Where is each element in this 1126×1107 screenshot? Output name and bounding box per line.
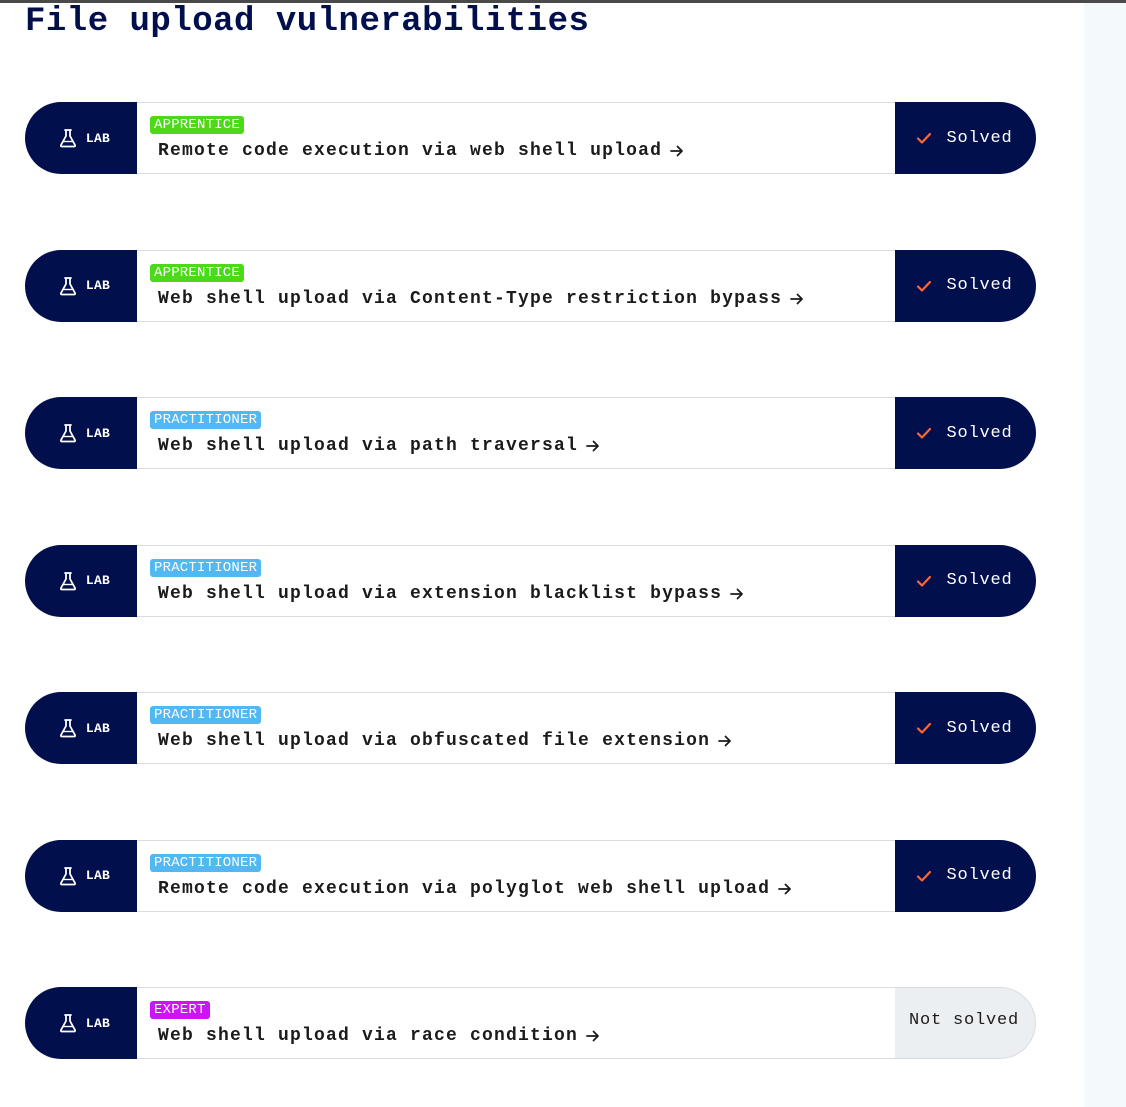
right-side-panel [1084,3,1126,1107]
arrow-right-icon [670,145,683,157]
status-pill: Not solved [895,987,1036,1059]
flask-icon [59,424,76,443]
lab-tag-label: LAB [85,130,111,146]
lab-tag: LAB [25,397,137,469]
lab-tag-label: LAB [85,868,111,883]
lab-title-link[interactable]: Web shell upload via obfuscated file ext… [158,731,732,751]
lab-list: LAB APPRENTICE Remote code execution via… [25,102,1036,1059]
lab-row-6[interactable]: LAB PRACTITIONER Remote code execution v… [25,839,1036,912]
status-pill: Solved [895,692,1036,764]
lab-body[interactable]: PRACTITIONER Web shell upload via path t… [137,397,895,469]
level-badge: EXPERT [150,1001,210,1019]
arrow-right-icon [718,735,731,747]
lab-title-link[interactable]: Web shell upload via path traversal [158,436,600,456]
status-text: Solved [946,276,1013,295]
lab-body[interactable]: PRACTITIONER Web shell upload via extens… [137,544,895,617]
lab-tag: LAB [25,102,137,174]
flask-icon [59,866,76,885]
lab-tag-label: LAB [85,720,111,736]
arrow-right-icon [730,588,743,599]
lab-tag-label: LAB [85,425,111,441]
status-pill: Solved [895,544,1036,617]
lab-body[interactable]: PRACTITIONER Remote code execution via p… [137,839,895,912]
status-text: Solved [946,866,1013,885]
lab-title-text: Web shell upload via path traversal [158,436,579,456]
lab-tag: LAB [25,249,137,322]
arrow-right-icon [790,293,803,304]
lab-tag: LAB [25,692,137,764]
lab-title-text: Web shell upload via Content-Type restri… [158,288,783,309]
lab-row-5[interactable]: LAB PRACTITIONER Web shell upload via ob… [25,692,1036,764]
status-text: Solved [946,718,1013,738]
level-badge: PRACTITIONER [150,706,262,724]
status-pill: Solved [895,102,1036,174]
lab-title-text: Web shell upload via extension blacklist… [158,583,723,604]
status-pill: Solved [895,249,1036,322]
checkmark-icon [917,427,932,439]
lab-tag: LAB [25,544,137,617]
lab-row-2[interactable]: LAB APPRENTICE Web shell upload via Cont… [25,249,1036,322]
lab-title-text: Web shell upload via obfuscated file ext… [158,731,711,751]
lab-title-text: Web shell upload via race condition [158,1026,579,1046]
lab-row-7[interactable]: LAB EXPERT Web shell upload via race con… [25,987,1036,1059]
lab-row-1[interactable]: LAB APPRENTICE Remote code execution via… [25,102,1036,174]
status-pill: Solved [895,397,1036,469]
lab-row-4[interactable]: LAB PRACTITIONER Web shell upload via ex… [25,544,1036,617]
lab-title-text: Remote code execution via web shell uplo… [158,141,663,161]
flask-icon [59,571,76,590]
status-text: Solved [946,423,1013,443]
status-text: Not solved [908,1010,1020,1030]
arrow-right-icon [778,883,791,894]
lab-title-link[interactable]: Web shell upload via Content-Type restri… [158,289,804,309]
flask-icon [59,129,76,148]
arrow-right-icon [586,1030,599,1042]
lab-row-3[interactable]: LAB PRACTITIONER Web shell upload via pa… [25,397,1036,469]
flask-icon [59,1014,76,1033]
lab-tag-label: LAB [85,1015,111,1031]
flask-icon [59,276,76,295]
lab-tag: LAB [25,987,137,1059]
level-badge: PRACTITIONER [150,558,262,577]
lab-body[interactable]: PRACTITIONER Web shell upload via obfusc… [137,692,895,764]
status-text: Solved [946,571,1013,590]
lab-tag-label: LAB [85,573,111,588]
level-badge: PRACTITIONER [150,411,262,429]
lab-body[interactable]: APPRENTICE Remote code execution via web… [137,102,895,174]
lab-title-link[interactable]: Remote code execution via web shell uplo… [158,141,684,161]
level-badge: APPRENTICE [150,116,245,134]
lab-body[interactable]: APPRENTICE Web shell upload via Content-… [137,249,895,322]
lab-title-text: Remote code execution via polyglot web s… [158,878,771,899]
checkmark-icon [917,870,932,882]
lab-tag-label: LAB [85,278,111,293]
level-badge: PRACTITIONER [150,853,262,872]
checkmark-icon [917,132,932,144]
status-text: Solved [946,128,1013,148]
lab-body[interactable]: EXPERT Web shell upload via race conditi… [137,987,895,1059]
lab-title-link[interactable]: Remote code execution via polyglot web s… [158,879,792,899]
checkmark-icon [917,280,932,292]
arrow-right-icon [586,440,599,452]
status-pill: Solved [895,839,1036,912]
flask-icon [59,719,76,738]
lab-tag: LAB [25,839,137,912]
level-badge: APPRENTICE [150,263,245,282]
checkmark-icon [917,722,932,734]
page-title: File upload vulnerabilities [25,3,590,41]
lab-title-link[interactable]: Web shell upload via extension blacklist… [158,584,744,604]
checkmark-icon [917,575,932,587]
lab-title-link[interactable]: Web shell upload via race condition [158,1026,600,1046]
